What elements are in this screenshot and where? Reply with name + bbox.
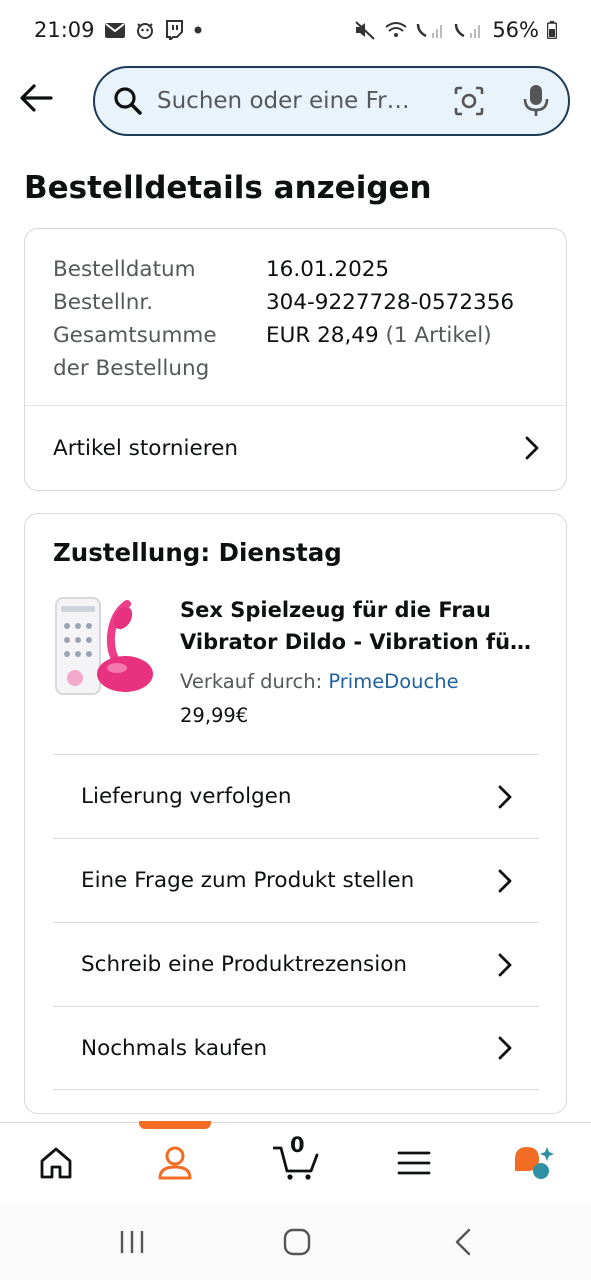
detail-label: der Bestellung (53, 356, 210, 381)
chevron-right-icon (493, 1036, 517, 1060)
microphone-icon[interactable] (517, 81, 554, 121)
ask-question-row[interactable]: Eine Frage zum Produkt stellen (53, 838, 539, 922)
order-number-row: Bestellnr. 304-9227728-0572356 (53, 286, 514, 319)
detail-label: Bestellnr. (53, 290, 154, 315)
system-nav-bar (0, 1203, 591, 1280)
delivery-card: Zustellung: Dienstag Sex Spielzeug für d… (24, 513, 567, 1114)
sim1-signal-icon (416, 20, 446, 40)
cart-count: 0 (290, 1133, 305, 1157)
detail-label: Bestelldatum (53, 257, 196, 282)
status-bar: 21:09 56% (0, 0, 591, 60)
back-button-icon[interactable] (443, 1227, 483, 1257)
back-arrow-icon[interactable] (16, 78, 56, 118)
status-right: 56% (354, 18, 557, 42)
order-details-grid: Bestelldatum 16.01.2025 Bestellnr. 304-9… (53, 253, 514, 385)
buy-again-row[interactable]: Nochmals kaufen (53, 1006, 539, 1090)
app-root: 21:09 56% Suchen oder eine Fr… Bestellde… (0, 0, 591, 1280)
delivery-actions: Lieferung verfolgen Eine Frage zum Produ… (53, 754, 539, 1090)
cancel-items-label: Artikel stornieren (53, 435, 238, 461)
search-header (0, 60, 591, 144)
chevron-right-icon (520, 436, 544, 460)
mute-icon (354, 20, 376, 40)
seller-link[interactable]: PrimeDouche (328, 670, 458, 693)
sim2-signal-icon (454, 20, 484, 40)
recents-icon[interactable] (112, 1227, 152, 1257)
product-title-line1: Sex Spielzeug für die Frau (180, 598, 491, 622)
menu-icon[interactable] (392, 1141, 436, 1185)
seller-info: Verkauf durch: PrimeDouche (180, 670, 459, 693)
rufus-icon[interactable] (512, 1141, 556, 1185)
chevron-right-icon (493, 869, 517, 893)
camera-lens-icon[interactable] (450, 81, 487, 121)
detail-label: Gesamtsumme (53, 323, 217, 348)
home-icon[interactable] (34, 1141, 78, 1185)
delivery-title: Zustellung: Dienstag (53, 538, 342, 567)
page-title: Bestelldetails anzeigen (24, 170, 432, 206)
order-total-row-cont: der Bestellung (53, 352, 514, 385)
product-image[interactable] (55, 596, 159, 698)
home-button-icon[interactable] (277, 1227, 317, 1257)
wifi-call-icon (384, 20, 408, 40)
cancel-items-row[interactable]: Artikel stornieren (25, 406, 566, 490)
action-label: Eine Frage zum Produkt stellen (81, 868, 415, 893)
status-left: 21:09 (34, 18, 203, 42)
search-bar[interactable] (93, 66, 570, 136)
total-amount: EUR 28,49 (266, 323, 379, 348)
order-total-row: Gesamtsumme EUR 28,49 (1 Artikel) (53, 319, 514, 352)
item-count: (1 Artikel) (385, 323, 492, 348)
track-delivery-row[interactable]: Lieferung verfolgen (53, 754, 539, 838)
dog-icon (135, 20, 155, 40)
search-input[interactable] (157, 88, 450, 114)
battery-percent: 56% (492, 18, 539, 42)
seller-prefix: Verkauf durch: (180, 670, 323, 693)
detail-value: 16.01.2025 (266, 257, 390, 282)
chevron-right-icon (493, 953, 517, 977)
active-tab-indicator (139, 1121, 211, 1129)
product-price: 29,99€ (180, 704, 249, 727)
account-icon[interactable] (153, 1141, 197, 1185)
bottom-nav: 0 (0, 1121, 591, 1202)
action-label: Lieferung verfolgen (81, 784, 292, 809)
action-label: Schreib eine Produktrezension (81, 952, 407, 977)
product-title-line2: Vibrator Dildo - Vibration fü… (180, 630, 532, 654)
dot-icon (193, 25, 203, 35)
twitch-icon (165, 20, 183, 40)
status-time: 21:09 (34, 18, 95, 42)
order-date-row: Bestelldatum 16.01.2025 (53, 253, 514, 286)
write-review-row[interactable]: Schreib eine Produktrezension (53, 922, 539, 1006)
action-label: Nochmals kaufen (81, 1035, 268, 1061)
order-details-card: Bestelldatum 16.01.2025 Bestellnr. 304-9… (24, 228, 567, 491)
detail-value: 304-9227728-0572356 (266, 290, 515, 315)
detail-value: EUR 28,49 (1 Artikel) (266, 319, 492, 352)
battery-icon (547, 21, 557, 39)
mail-icon (104, 22, 125, 38)
product-title[interactable]: Sex Spielzeug für die Frau Vibrator Dild… (180, 594, 540, 658)
search-icon[interactable] (113, 86, 143, 116)
chevron-right-icon (493, 785, 517, 809)
